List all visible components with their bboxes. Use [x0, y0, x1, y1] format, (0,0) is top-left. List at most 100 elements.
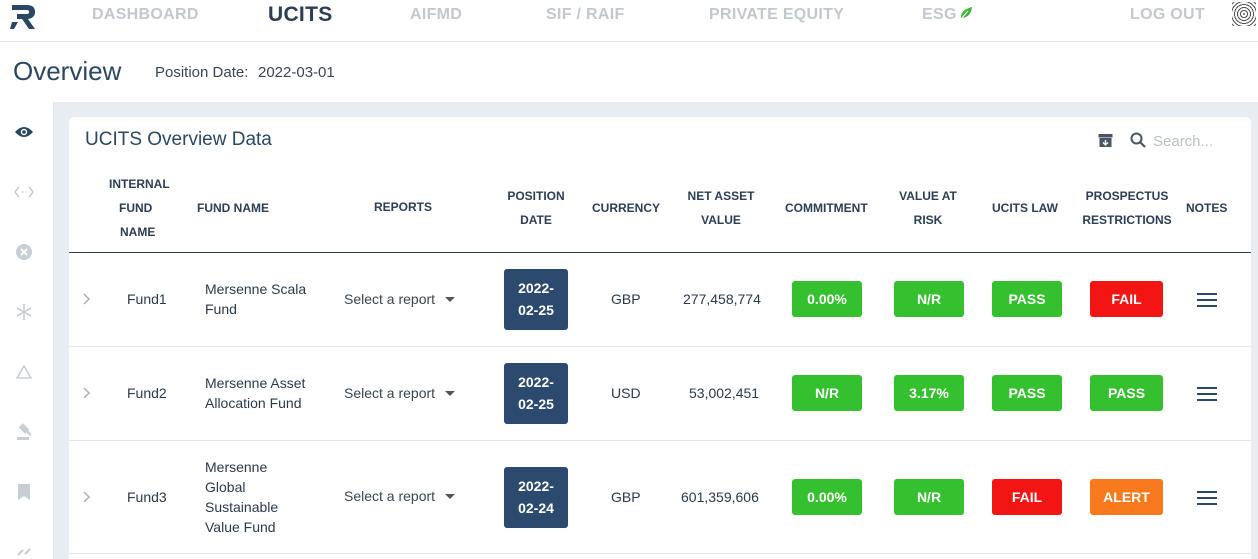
report-select[interactable]: Select a report [344, 291, 456, 307]
position-date-badge: 2022- 02-24 [504, 467, 568, 528]
chain-link-icon[interactable] [13, 541, 35, 559]
nav-dashboard[interactable]: DASHBOARD [92, 6, 199, 24]
logout-button[interactable]: LOG OUT [1130, 6, 1205, 24]
row-divider [69, 553, 1251, 554]
internal-fund-name: Fund1 [127, 291, 167, 307]
prospectus-badge[interactable]: FAIL [1090, 281, 1163, 317]
net-asset-value: 601,359,606 [681, 489, 759, 505]
page-header: Overview Position Date: 2022-03-01 [0, 42, 1258, 102]
position-date-value: 2022-03-01 [258, 64, 335, 81]
fund-name: Mersenne Asset Allocation Fund [205, 373, 305, 413]
header-internal-fund-name[interactable]: INTERNAL FUND NAME [109, 172, 189, 244]
prospectus-badge[interactable]: PASS [1090, 375, 1163, 411]
ucits-law-badge[interactable]: FAIL [992, 479, 1062, 515]
sidebar [0, 102, 54, 559]
fund-name: Mersenne Global Sustainable Value Fund [205, 457, 278, 537]
header-prospectus-line: PROSPECTUS [1085, 189, 1169, 203]
search-input[interactable] [1153, 130, 1243, 152]
leaf-icon [960, 7, 972, 20]
date-line: 2022- [518, 374, 554, 390]
report-select-label: Select a report [344, 291, 436, 307]
notes-icon[interactable] [1197, 491, 1217, 505]
bookmark-icon[interactable] [13, 481, 35, 503]
page-title: Overview [13, 56, 122, 86]
date-line: 2022- [518, 478, 554, 494]
snowflake-icon[interactable] [13, 301, 35, 323]
position-date-badge: 2022- 02-25 [504, 269, 568, 330]
fund-name-line: Mersenne Asset [205, 375, 306, 391]
value-at-risk-badge[interactable]: 3.17% [894, 375, 964, 411]
fund-name-line: Value Fund [205, 519, 276, 535]
header-ucits-law[interactable]: UCITS LAW [992, 196, 1058, 220]
nav-ucits[interactable]: UCITS [268, 3, 333, 27]
chevron-right-icon[interactable] [83, 292, 95, 306]
nav-esg[interactable]: ESG [922, 6, 973, 24]
notes-icon[interactable] [1197, 293, 1217, 307]
nav-sif-raif[interactable]: SIF / RAIF [546, 6, 625, 24]
commitment-badge[interactable]: 0.00% [792, 281, 862, 317]
currency: USD [611, 385, 641, 401]
date-line: 02-25 [518, 302, 554, 318]
header-notes[interactable]: NOTES [1186, 196, 1227, 220]
commitment-badge[interactable]: 0.00% [792, 479, 862, 515]
header-date-line: DATE [520, 213, 552, 227]
card-title: UCITS Overview Data [85, 129, 272, 150]
fund-name-line: Global [205, 479, 246, 495]
header-net-asset-line: NET ASSET [687, 189, 755, 203]
header-name-line: NAME [120, 225, 156, 239]
avatar[interactable] [1232, 2, 1256, 26]
value-at-risk-badge[interactable]: N/R [894, 479, 964, 515]
brand-logo[interactable] [10, 2, 38, 32]
header-commitment[interactable]: COMMITMENT [785, 196, 868, 220]
fund-name-line: Mersenne Scala [205, 281, 307, 297]
header-divider [69, 252, 1251, 253]
top-navigation: DASHBOARD UCITS AIFMD SIF / RAIF PRIVATE… [0, 0, 1258, 42]
fund-name-line: Fund [205, 301, 237, 317]
header-currency[interactable]: CURRENCY [592, 196, 660, 220]
ucits-law-badge[interactable]: PASS [992, 375, 1062, 411]
code-arrows-icon[interactable] [13, 181, 35, 203]
nav-private-equity[interactable]: PRIVATE EQUITY [709, 6, 844, 24]
caret-down-icon [445, 391, 456, 396]
header-prospectus-restrictions[interactable]: PROSPECTUS RESTRICTIONS [1081, 184, 1173, 232]
close-circle-icon[interactable] [13, 241, 35, 263]
ucits-law-badge[interactable]: PASS [992, 281, 1062, 317]
report-select[interactable]: Select a report [344, 488, 456, 504]
chevron-right-icon[interactable] [83, 490, 95, 504]
nav-aifmd[interactable]: AIFMD [410, 6, 462, 24]
header-value-at-risk[interactable]: VALUE AT RISK [891, 184, 965, 232]
report-select[interactable]: Select a report [344, 385, 456, 401]
position-date-label: Position Date: [155, 64, 249, 81]
eye-icon[interactable] [13, 121, 35, 143]
date-line: 02-24 [518, 500, 554, 516]
report-select-label: Select a report [344, 385, 436, 401]
header-reports[interactable]: REPORTS [374, 195, 432, 219]
ucits-overview-card: UCITS Overview Data INTERNAL FUND NAME F… [69, 117, 1251, 559]
notes-icon[interactable] [1197, 387, 1217, 401]
fund-name-line: Mersenne [205, 459, 268, 475]
net-asset-value: 53,002,451 [689, 385, 760, 401]
gavel-icon[interactable] [13, 421, 35, 443]
value-at-risk-badge[interactable]: N/R [894, 281, 964, 317]
row-divider [69, 440, 1251, 441]
position-date-badge: 2022- 02-25 [504, 363, 568, 424]
header-fund-line: FUND [119, 201, 153, 215]
archive-icon[interactable] [1098, 133, 1113, 148]
internal-fund-name: Fund3 [127, 489, 167, 505]
chevron-right-icon[interactable] [83, 386, 95, 400]
header-net-asset-value[interactable]: NET ASSET VALUE [681, 184, 761, 232]
date-line: 02-25 [518, 396, 554, 412]
header-position-date[interactable]: POSITION DATE [499, 184, 573, 232]
currency: GBP [611, 291, 641, 307]
header-fund-name[interactable]: FUND NAME [197, 196, 269, 220]
header-risk-line: RISK [913, 213, 943, 227]
fund-name-line: Allocation Fund [205, 395, 302, 411]
caret-down-icon [445, 494, 456, 499]
prospectus-badge[interactable]: ALERT [1090, 479, 1163, 515]
date-line: 2022- [518, 280, 554, 296]
nav-esg-label: ESG [922, 6, 957, 23]
net-asset-value: 277,458,774 [683, 291, 761, 307]
triangle-icon[interactable] [13, 361, 35, 383]
header-position-line: POSITION [507, 189, 565, 203]
commitment-badge[interactable]: N/R [792, 375, 862, 411]
